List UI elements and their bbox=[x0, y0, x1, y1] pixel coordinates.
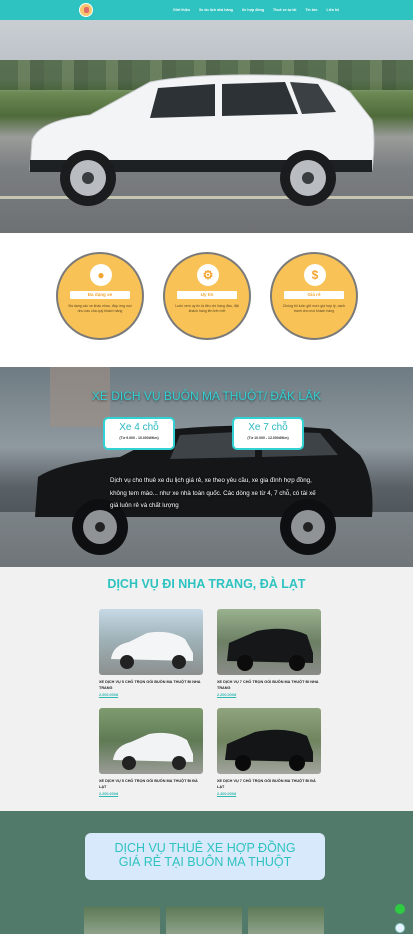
nav-item-lien-he[interactable]: Liên hệ bbox=[327, 8, 340, 12]
feature-title: Giá rẻ bbox=[307, 292, 321, 297]
contract-section: DỊCH VỤ THUÊ XE HỢP ĐỒNG GIÁ RẺ TẠI BUÔN… bbox=[0, 811, 413, 934]
nav-item-gioi-thieu[interactable]: Giới thiệu bbox=[173, 8, 190, 12]
white-suv-image bbox=[29, 74, 375, 206]
logo[interactable] bbox=[79, 3, 93, 17]
nav-item-xe-du-lich[interactable]: Xe du lịch nhà hàng bbox=[199, 8, 233, 12]
feature-title: Uy tín bbox=[200, 292, 214, 297]
service-description: Dịch vụ cho thuê xe du lịch giá rẻ, xe t… bbox=[110, 477, 316, 509]
top-nav-bar: Giới thiệu Xe du lịch nhà hàng Xe hợp đồ… bbox=[0, 0, 413, 20]
card-price: 2.200.000đ bbox=[99, 792, 119, 796]
contract-heading-line-2: GIÁ RẺ TẠI BUÔN MA THUỘT bbox=[118, 855, 292, 869]
car-photo[interactable] bbox=[217, 708, 321, 774]
main-nav: Giới thiệu Xe du lịch nhà hàng Xe hợp đồ… bbox=[173, 0, 339, 20]
card-price: 2.000.000đ bbox=[99, 693, 119, 697]
feature-desc: Chúng tôi luôn giữ mức giá hợp lý, cạnh … bbox=[282, 304, 346, 313]
phone-icon[interactable] bbox=[395, 923, 405, 933]
hero-banner bbox=[0, 20, 413, 233]
contract-thumbnail[interactable] bbox=[84, 907, 160, 934]
contract-thumbnail[interactable] bbox=[166, 907, 242, 934]
feature-price: $ Giá rẻ Chúng tôi luôn giữ mức giá hợp … bbox=[270, 252, 358, 340]
service-title: XE DỊCH VỤ BUÔN MA THUỘT/ ĐẮK LẮK bbox=[91, 389, 322, 403]
service-section: XE DỊCH VỤ BUÔN MA THUỘT/ ĐẮK LẮK Xe 4 c… bbox=[0, 367, 413, 567]
tours-title: DỊCH VỤ ĐI NHA TRANG, ĐÀ LẠT bbox=[107, 577, 306, 591]
zalo-chat-icon[interactable] bbox=[395, 904, 405, 914]
tour-card[interactable]: XE DỊCH VỤ 5 CHỖ TRỌN GÓI BUÔN MA THUỘT … bbox=[99, 609, 203, 697]
feature-trust: ⚙ Uy tín Luôn xem uy tín là tiêu chí hàn… bbox=[163, 252, 251, 340]
card-price: 2.200.000đ bbox=[217, 693, 237, 697]
badge-title: Xe 7 chỗ bbox=[248, 422, 288, 433]
tour-card[interactable]: XE DỊCH VỤ 7 CHỖ TRỌN GÓI BUÔN MA THUỘT … bbox=[217, 708, 321, 796]
car-photo[interactable] bbox=[217, 609, 321, 675]
card-name[interactable]: XE DỊCH VỤ 7 CHỖ TRỌN GÓI BUÔN MA THUỘT … bbox=[217, 779, 321, 790]
nav-item-thue-xe-tu-lai[interactable]: Thuê xe tự lái bbox=[273, 8, 296, 12]
features-section: ● Đa dạng xe Đa dạng các xe khác nhau, đ… bbox=[0, 233, 413, 367]
car-photo[interactable] bbox=[99, 708, 203, 774]
badge-4-seat[interactable]: Xe 4 chỗ (Từ 9.000 - 10.000đ/Km) bbox=[103, 417, 175, 450]
feature-desc: Luôn xem uy tín là tiêu chí hàng đầu, đặ… bbox=[175, 304, 239, 313]
feature-variety: ● Đa dạng xe Đa dạng các xe khác nhau, đ… bbox=[56, 252, 144, 340]
card-name[interactable]: XE DỊCH VỤ 5 CHỖ TRỌN GÓI BUÔN MA THUỘT … bbox=[99, 779, 203, 790]
badge-7-seat[interactable]: Xe 7 chỗ (Từ 10.000 - 12.000đ/Km) bbox=[232, 417, 304, 450]
car-photo[interactable] bbox=[99, 609, 203, 675]
feature-desc: Đa dạng các xe khác nhau, đáp ứng mọi nh… bbox=[68, 304, 132, 313]
feature-title: Đa dạng xe bbox=[87, 292, 113, 297]
card-name[interactable]: XE DỊCH VỤ 7 CHỖ TRỌN GÓI BUÔN MA THUỘT … bbox=[217, 680, 321, 691]
nav-item-xe-hop-dong[interactable]: Xe hợp đồng bbox=[242, 8, 264, 12]
car-icon: ● bbox=[90, 264, 112, 286]
tour-card[interactable]: XE DỊCH VỤ 5 CHỖ TRỌN GÓI BUÔN MA THUỘT … bbox=[99, 708, 203, 796]
badge-title: Xe 4 chỗ bbox=[119, 422, 159, 433]
gear-icon: ⚙ bbox=[197, 264, 219, 286]
badge-subtitle: (Từ 9.000 - 10.000đ/Km) bbox=[119, 436, 159, 440]
badge-subtitle: (Từ 10.000 - 12.000đ/Km) bbox=[247, 436, 289, 440]
contract-thumbnail[interactable] bbox=[248, 907, 324, 934]
tours-section: DỊCH VỤ ĐI NHA TRANG, ĐÀ LẠT XE DỊCH VỤ … bbox=[0, 567, 413, 811]
card-price: 2.400.000đ bbox=[217, 792, 237, 796]
contract-heading-line-1: DỊCH VỤ THUÊ XE HỢP ĐỒNG bbox=[114, 841, 296, 855]
contract-heading-box: DỊCH VỤ THUÊ XE HỢP ĐỒNG GIÁ RẺ TẠI BUÔN… bbox=[85, 833, 325, 880]
dollar-icon: $ bbox=[304, 264, 326, 286]
nav-item-tin-tuc[interactable]: Tin tức bbox=[305, 8, 317, 12]
card-name[interactable]: XE DỊCH VỤ 5 CHỖ TRỌN GÓI BUÔN MA THUỘT … bbox=[99, 680, 203, 691]
tour-card[interactable]: XE DỊCH VỤ 7 CHỖ TRỌN GÓI BUÔN MA THUỘT … bbox=[217, 609, 321, 697]
